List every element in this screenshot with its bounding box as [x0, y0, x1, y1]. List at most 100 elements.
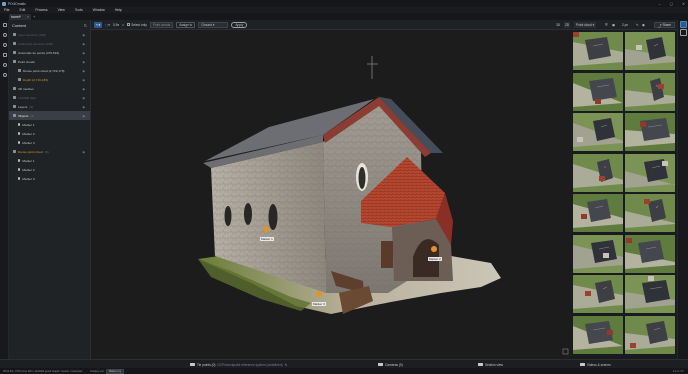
- tree-item[interactable]: 3D meshes ◉: [9, 84, 90, 93]
- select-only-placeholder: Point clouds: [152, 22, 171, 27]
- visibility-icon[interactable]: ◉: [82, 69, 86, 73]
- visibility-icon[interactable]: ◉: [82, 150, 86, 154]
- gallery-toggle-icon[interactable]: [680, 21, 687, 28]
- maximize-button[interactable]: ▢: [670, 2, 673, 6]
- visibility-icon[interactable]: ◉: [82, 105, 86, 109]
- marker-icon: [18, 132, 21, 135]
- layer-icon: [13, 87, 16, 90]
- camera-thumbnail[interactable]: [573, 153, 623, 192]
- camera-thumbnail[interactable]: [573, 32, 623, 70]
- assign-to-button[interactable]: Assign to: [176, 21, 196, 28]
- crop-icon[interactable]: ⌗: [122, 22, 124, 28]
- tree-item[interactable]: LAS/DB data ◉: [9, 93, 90, 102]
- screenshot-icon[interactable]: ▣: [612, 22, 615, 28]
- tree-item[interactable]: Dense point cloud (2,719,179) ◉: [9, 66, 90, 75]
- camera-thumbnail[interactable]: [573, 275, 623, 313]
- tree-item[interactable]: Calibrated cameras (198) ◉: [9, 39, 90, 48]
- visibility-icon[interactable]: ◉: [82, 87, 86, 91]
- add-tab-icon[interactable]: +: [33, 14, 35, 19]
- camera-thumbnail[interactable]: [625, 194, 675, 232]
- menu-file[interactable]: File: [4, 8, 9, 12]
- edit-icon[interactable]: ✎: [285, 363, 288, 367]
- tree-item-label: Layers: [18, 104, 28, 109]
- lasso-tool-button[interactable]: ⬚▾: [105, 22, 110, 28]
- panel-title: Content: [12, 22, 27, 28]
- menu-window[interactable]: Window: [93, 8, 105, 12]
- camera-thumbnail[interactable]: [573, 234, 623, 273]
- visibility-icon[interactable]: ◉: [82, 51, 86, 55]
- app-title: PIX4Dmatic: [8, 1, 26, 6]
- marker-pin-2[interactable]: [431, 246, 437, 252]
- visibility-icon[interactable]: ◉: [82, 42, 86, 46]
- layers-icon[interactable]: [0, 30, 9, 40]
- visibility-icon[interactable]: ◉: [82, 78, 86, 82]
- menu-view[interactable]: View: [58, 8, 65, 12]
- panel-options-icon[interactable]: ⇅: [84, 23, 87, 28]
- camera-thumbnail[interactable]: [573, 194, 623, 232]
- camera-thumbnail[interactable]: [625, 234, 675, 273]
- camera-thumbnail[interactable]: [625, 153, 675, 192]
- assign-class-dropdown[interactable]: Ground ▾: [198, 21, 229, 28]
- tree-item[interactable]: Depth (2,719,189) ◉: [9, 75, 90, 84]
- camera-thumbnail[interactable]: [625, 315, 675, 354]
- tree-item[interactable]: Objects (3) ◉: [9, 111, 90, 120]
- camera-thumbnail[interactable]: [625, 275, 675, 313]
- select-tool-button[interactable]: ↖▾: [94, 21, 103, 28]
- marker-item[interactable]: Marker 3: [9, 174, 90, 183]
- settings-icon[interactable]: [0, 40, 9, 50]
- home-icon[interactable]: [0, 20, 9, 30]
- nav-cube-icon[interactable]: [562, 348, 569, 355]
- visibility-icon[interactable]: ◉: [82, 96, 86, 100]
- info-icon[interactable]: [0, 60, 9, 70]
- camera-thumbnail[interactable]: [625, 32, 675, 70]
- menu-process[interactable]: Process: [35, 8, 47, 12]
- properties-icon[interactable]: [680, 29, 687, 36]
- menu-help[interactable]: Help: [115, 8, 122, 12]
- marker-item[interactable]: Marker 1: [9, 156, 90, 165]
- zoom-value[interactable]: 0.5 ▾: [113, 22, 119, 28]
- help-icon[interactable]: [0, 70, 9, 80]
- marker-pin-3[interactable]: [316, 291, 322, 297]
- tree-item[interactable]: Dense point cloud (3) ◉: [9, 147, 90, 156]
- display-settings-icon[interactable]: ☰: [605, 22, 608, 28]
- bottom-panel-bar: Tie points (0) GCP/checkpoint reference …: [0, 359, 688, 368]
- processing-icon[interactable]: [0, 50, 9, 60]
- marker-item[interactable]: Marker 3: [9, 138, 90, 147]
- camera-thumbnail[interactable]: [573, 113, 623, 151]
- 3d-viewport[interactable]: Marker 1 Marker 2 Marker 3: [91, 31, 572, 359]
- view-3d-button[interactable]: 3D: [556, 22, 560, 28]
- tree-item[interactable]: Point clouds ◉: [9, 57, 90, 66]
- videos-scenes-label: Videos & scenes: [587, 362, 611, 367]
- visibility-icon[interactable]: ◉: [82, 33, 86, 37]
- share-button[interactable]: ⤴ Share: [654, 22, 675, 28]
- close-window-button[interactable]: ✕: [682, 2, 685, 6]
- select-only-checkbox[interactable]: Select only: [126, 22, 147, 28]
- tree-item[interactable]: Automatic tie points (476,519) ◉: [9, 48, 90, 57]
- marker-item[interactable]: Marker 2: [9, 165, 90, 174]
- marker-item[interactable]: Marker 1: [9, 120, 90, 129]
- camera-icon[interactable]: ◉: [642, 22, 645, 28]
- display-unit-dropdown[interactable]: Meters (m): [105, 368, 125, 374]
- menu-edit[interactable]: Edit: [19, 8, 25, 12]
- apply-button[interactable]: Apply: [231, 21, 248, 28]
- cameras-label: Cameras (0): [385, 362, 403, 367]
- visibility-icon[interactable]: ◉: [82, 114, 86, 118]
- marker-item[interactable]: Marker 2: [9, 129, 90, 138]
- menu-tools[interactable]: Tools: [75, 8, 83, 12]
- select-only-dropdown[interactable]: Point clouds: [149, 21, 174, 28]
- camera-thumbnail[interactable]: [625, 113, 675, 151]
- point-size-text: 2 px: [622, 23, 629, 27]
- point-size-value[interactable]: 2 px: [622, 22, 628, 28]
- close-tab-icon[interactable]: ×: [27, 15, 29, 19]
- tree-item[interactable]: Input cameras (198) ◉: [9, 30, 90, 39]
- view-mode-dropdown[interactable]: Point cloud ▾: [574, 22, 597, 28]
- camera-thumbnail[interactable]: [573, 315, 623, 354]
- camera-thumbnail[interactable]: [573, 72, 623, 111]
- visibility-icon[interactable]: ◉: [82, 60, 86, 64]
- minimize-button[interactable]: –: [659, 2, 661, 6]
- tree-item[interactable]: Layers (1) ◉: [9, 102, 90, 111]
- measure-icon[interactable]: ✎: [636, 22, 639, 28]
- camera-thumbnail[interactable]: [625, 72, 675, 111]
- view-2d-button[interactable]: 2D: [564, 22, 571, 28]
- content-tree: Input cameras (198) ◉ Calibrated cameras (…: [9, 30, 90, 183]
